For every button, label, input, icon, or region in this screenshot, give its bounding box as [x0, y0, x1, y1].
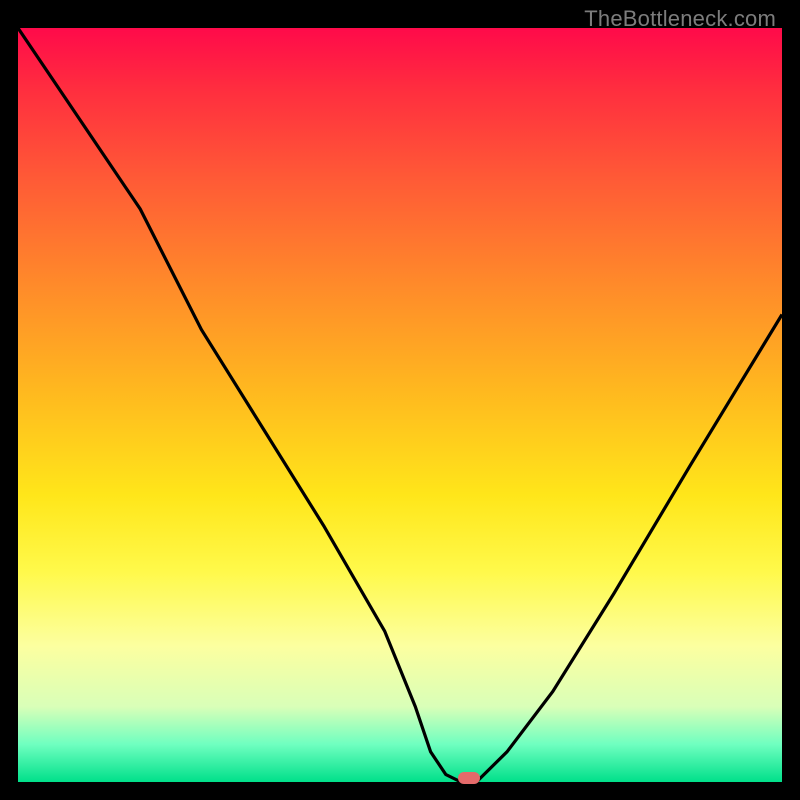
bottleneck-curve — [18, 28, 782, 782]
plot-area — [18, 28, 782, 782]
chart-container: TheBottleneck.com — [18, 0, 782, 782]
optimal-point-marker — [458, 772, 480, 784]
curve-path — [18, 28, 782, 782]
